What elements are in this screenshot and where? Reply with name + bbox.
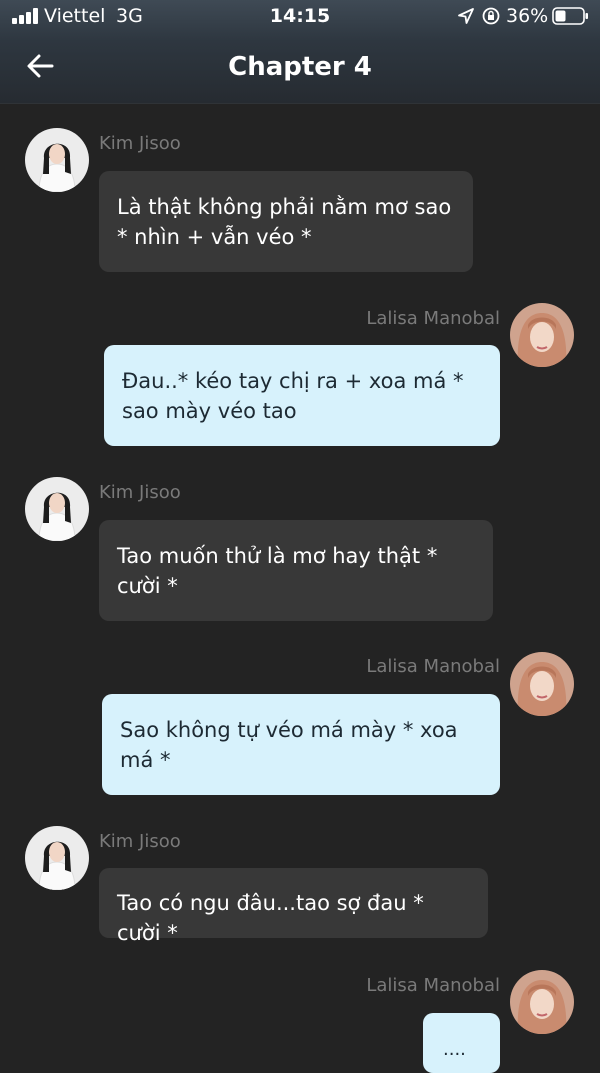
sender-name: Kim Jisoo — [99, 482, 181, 503]
message-bubble[interactable]: Là thật không phải nằm mơ sao * nhìn + v… — [99, 171, 473, 272]
message-bubble[interactable]: Sao không tự véo má mày * xoa má * — [102, 694, 500, 795]
avatar-lalisa-manobal[interactable] — [510, 970, 574, 1034]
message-bubble[interactable]: Tao muốn thử là mơ hay thật * cười * — [99, 520, 493, 621]
avatar-kim-jisoo[interactable] — [25, 477, 89, 541]
avatar-lalisa-manobal[interactable] — [510, 652, 574, 716]
navigation-bar: Chapter 4 — [0, 34, 600, 102]
message-bubble[interactable]: .... — [423, 1013, 500, 1073]
sender-name: Lalisa Manobal — [366, 656, 500, 677]
status-bar: Viettel 3G 14:15 36% — [0, 0, 600, 34]
avatar-lalisa-manobal[interactable] — [510, 303, 574, 367]
message-bubble[interactable]: Tao có ngu đâu...tao sợ đau * cười * — [99, 868, 488, 945]
sender-name: Lalisa Manobal — [366, 308, 500, 329]
sender-name: Kim Jisoo — [99, 831, 181, 852]
location-arrow-icon — [458, 8, 474, 24]
rotation-lock-icon — [482, 7, 500, 25]
sender-name: Kim Jisoo — [99, 133, 181, 154]
battery-icon — [552, 7, 588, 25]
sender-name: Lalisa Manobal — [366, 975, 500, 996]
message-bubble[interactable]: Đau..* kéo tay chị ra + xoa má * sao mày… — [104, 345, 500, 446]
avatar-kim-jisoo[interactable] — [25, 826, 89, 890]
app-header: Viettel 3G 14:15 36% Chapter 4 — [0, 0, 600, 104]
battery-percent: 36% — [506, 5, 549, 27]
page-title: Chapter 4 — [228, 52, 372, 82]
avatar-kim-jisoo[interactable] — [25, 128, 89, 192]
